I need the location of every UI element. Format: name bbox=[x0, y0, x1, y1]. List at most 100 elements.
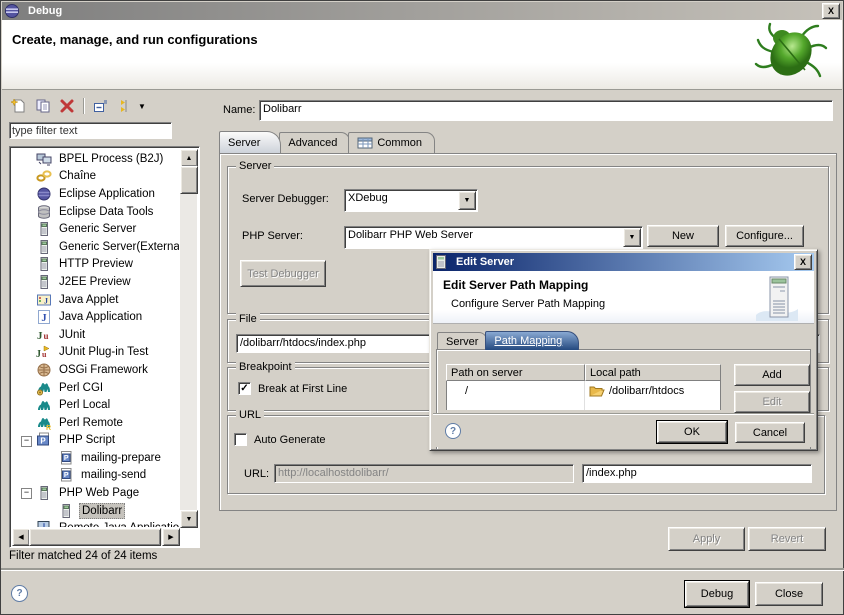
add-mapping-button[interactable]: Add bbox=[734, 364, 810, 386]
tree-item-label[interactable]: OSGi Framework bbox=[57, 363, 150, 377]
edit-server-titlebar[interactable]: Edit Server X bbox=[433, 253, 814, 271]
tree-item[interactable]: Eclipse Application bbox=[12, 185, 179, 203]
tree-item-label[interactable]: J2EE Preview bbox=[57, 275, 133, 289]
close-button[interactable]: Close bbox=[755, 582, 823, 606]
chevron-down-icon[interactable]: ▼ bbox=[458, 191, 476, 210]
tree-item-label[interactable]: Remote Java Application bbox=[57, 521, 179, 527]
filter-button[interactable] bbox=[114, 97, 134, 115]
tree-collapse-toggle[interactable]: − bbox=[21, 436, 32, 447]
auto-generate-checkbox[interactable] bbox=[234, 433, 247, 446]
tree-item-label[interactable]: BPEL Process (B2J) bbox=[57, 152, 165, 166]
tree-horizontal-scrollbar[interactable]: ◀ ▶ bbox=[12, 528, 180, 545]
filter-dropdown-caret-icon[interactable]: ▼ bbox=[138, 102, 146, 111]
tree-item[interactable]: Generic Server(External La bbox=[12, 238, 179, 256]
tree-item[interactable]: OSGi Framework bbox=[12, 361, 179, 379]
tree-item-label[interactable]: Java Applet bbox=[57, 293, 120, 307]
column-header[interactable]: Path on server bbox=[446, 364, 585, 381]
debug-button[interactable]: Debug bbox=[685, 581, 749, 607]
tree-item-label[interactable]: Eclipse Application bbox=[57, 187, 157, 201]
tree-collapse-toggle[interactable]: − bbox=[21, 488, 32, 499]
scroll-down-button[interactable]: ▼ bbox=[180, 510, 198, 528]
tree-item[interactable]: JJava Application bbox=[12, 308, 179, 326]
tree-item[interactable]: JuJUnit Plug-in Test bbox=[12, 344, 179, 362]
new-configuration-button[interactable] bbox=[9, 97, 29, 115]
url-base-input[interactable]: http://localhostdolibarr/ bbox=[274, 464, 574, 483]
server-debugger-combo[interactable]: XDebug ▼ bbox=[344, 189, 478, 212]
tree-item[interactable]: Generic Server bbox=[12, 220, 179, 238]
scroll-right-button[interactable]: ▶ bbox=[162, 528, 180, 546]
tree-item[interactable]: Eclipse Data Tools bbox=[12, 203, 179, 221]
tab-advanced[interactable]: Advanced bbox=[279, 132, 350, 153]
tree-vertical-scrollbar[interactable]: ▲ ▼ bbox=[180, 149, 197, 528]
tree-item[interactable]: JuJUnit bbox=[12, 326, 179, 344]
tree-item-label[interactable]: Chaîne bbox=[57, 169, 98, 183]
tree-item-label[interactable]: Generic Server bbox=[57, 222, 138, 236]
tree-item-label[interactable]: mailing-send bbox=[79, 468, 148, 482]
dialog-close-button[interactable]: X bbox=[794, 254, 812, 270]
tree-item[interactable]: Perl CGI bbox=[12, 379, 179, 397]
window-titlebar[interactable]: Debug X bbox=[2, 2, 842, 20]
tree-item-label[interactable]: Eclipse Data Tools bbox=[57, 205, 155, 219]
tree-item[interactable]: BPEL Process (B2J) bbox=[12, 150, 179, 168]
type-filter-input[interactable] bbox=[9, 122, 172, 139]
tree-item[interactable]: HTTP Preview bbox=[12, 256, 179, 274]
configure-server-button[interactable]: Configure... bbox=[725, 225, 804, 247]
edit-mapping-button[interactable]: Edit bbox=[734, 391, 810, 413]
tree-item-label[interactable]: mailing-prepare bbox=[79, 451, 163, 465]
path-on-server-cell[interactable]: / bbox=[447, 381, 585, 400]
scroll-up-button[interactable]: ▲ bbox=[180, 149, 198, 167]
ok-button[interactable]: OK bbox=[657, 421, 727, 443]
tree-item-label[interactable]: Perl Remote bbox=[57, 416, 125, 430]
footer-separator bbox=[1, 568, 844, 570]
table-row[interactable]: / /dolibarr/htdocs bbox=[446, 381, 721, 400]
tree-item[interactable]: JJava Applet bbox=[12, 291, 179, 309]
tab-server[interactable]: Server bbox=[219, 131, 281, 153]
column-header[interactable]: Local path bbox=[585, 364, 721, 381]
local-path-value: /dolibarr/htdocs bbox=[609, 385, 684, 397]
tree-item-label[interactable]: Perl CGI bbox=[57, 381, 105, 395]
scroll-thumb[interactable] bbox=[29, 528, 161, 546]
tree-item[interactable]: JRemote Java Application bbox=[12, 519, 179, 527]
chevron-down-icon[interactable]: ▼ bbox=[623, 228, 641, 247]
tree-item[interactable]: Perl Local bbox=[12, 396, 179, 414]
tab-common[interactable]: Common bbox=[348, 132, 435, 153]
break-first-line-checkbox[interactable]: ✓ bbox=[238, 382, 251, 395]
tree-item[interactable]: Chaîne bbox=[12, 168, 179, 186]
test-debugger-button[interactable]: Test Debugger bbox=[240, 260, 326, 287]
duplicate-configuration-button[interactable] bbox=[33, 97, 53, 115]
window-close-button[interactable]: X bbox=[822, 3, 840, 19]
php-server-combo[interactable]: Dolibarr PHP Web Server ▼ bbox=[344, 226, 643, 249]
help-button[interactable]: ? bbox=[11, 585, 28, 602]
collapse-all-button[interactable] bbox=[90, 97, 110, 115]
tree-item-label[interactable]: Java Application bbox=[57, 310, 144, 324]
new-server-button[interactable]: New bbox=[647, 225, 719, 247]
delete-configuration-button[interactable] bbox=[57, 97, 77, 115]
dialog-tab-server[interactable]: Server bbox=[437, 332, 487, 350]
apply-button[interactable]: Apply bbox=[668, 527, 745, 551]
tree-item[interactable]: Dolibarr bbox=[12, 502, 179, 520]
scroll-left-button[interactable]: ◀ bbox=[12, 528, 30, 546]
tree-item-label[interactable]: PHP Web Page bbox=[57, 486, 141, 500]
tree-item[interactable]: −P PHP Script bbox=[12, 432, 179, 450]
tree-item-label[interactable]: Dolibarr bbox=[79, 503, 125, 519]
tree-item[interactable]: Pmailing-send bbox=[12, 467, 179, 485]
tree-item-label[interactable]: PHP Script bbox=[57, 433, 117, 447]
tree-item[interactable]: RPerl Remote bbox=[12, 414, 179, 432]
revert-button[interactable]: Revert bbox=[748, 527, 826, 551]
url-path-input[interactable]: /index.php bbox=[582, 464, 812, 483]
scroll-thumb[interactable] bbox=[180, 166, 198, 194]
tree-item[interactable]: J2EE Preview bbox=[12, 273, 179, 291]
dialog-tab-path-mapping[interactable]: Path Mapping bbox=[485, 331, 579, 350]
tree-item-label[interactable]: Generic Server(External La bbox=[57, 240, 179, 254]
tree-item[interactable]: Pmailing-prepare bbox=[12, 449, 179, 467]
php-script-icon: P bbox=[36, 432, 52, 448]
name-input[interactable]: Dolibarr bbox=[259, 100, 833, 121]
tree-item-label[interactable]: HTTP Preview bbox=[57, 257, 135, 271]
dialog-help-button[interactable]: ? bbox=[445, 423, 461, 439]
tree-item-label[interactable]: JUnit bbox=[57, 328, 87, 342]
tree-item[interactable]: − PHP Web Page bbox=[12, 484, 179, 502]
tree-item-label[interactable]: JUnit Plug-in Test bbox=[57, 345, 150, 359]
tree-item-label[interactable]: Perl Local bbox=[57, 398, 112, 412]
cancel-button[interactable]: Cancel bbox=[735, 422, 805, 443]
local-path-cell[interactable]: /dolibarr/htdocs bbox=[585, 381, 720, 400]
